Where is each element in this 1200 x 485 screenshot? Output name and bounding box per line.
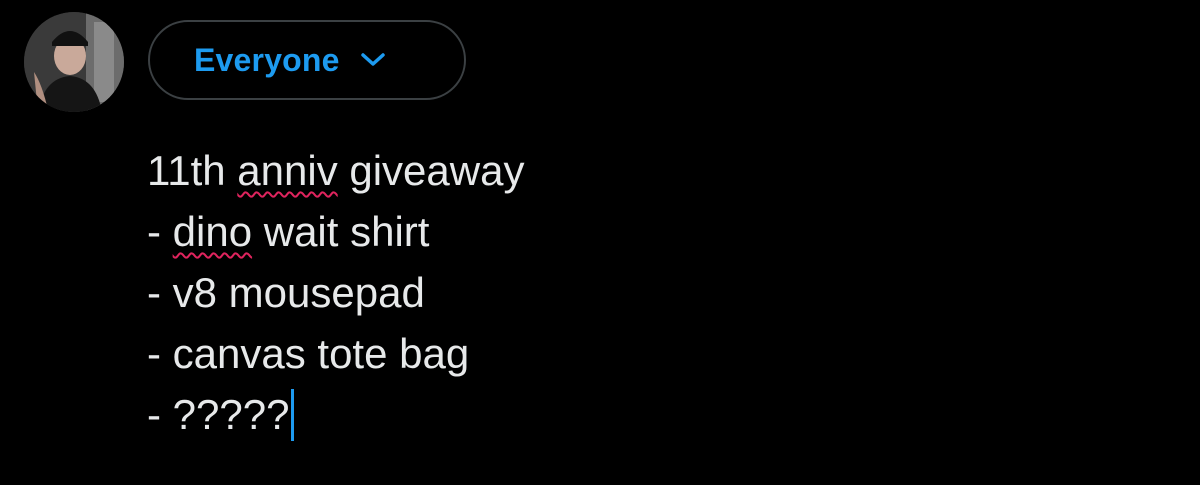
compose-text: - (147, 208, 173, 255)
compose-text: - ????? (147, 391, 290, 438)
misspelled-word[interactable]: anniv (237, 147, 337, 194)
compose-line: - v8 mousepad (147, 269, 425, 316)
audience-label: Everyone (194, 41, 340, 78)
compose-line: - canvas tote bag (147, 330, 470, 377)
compose-line: - ????? (147, 384, 1147, 445)
compose-line: - dino wait shirt (147, 201, 1147, 262)
text-cursor (291, 389, 295, 441)
avatar-image (24, 12, 124, 112)
compose-text: 11th (147, 147, 238, 194)
avatar[interactable] (24, 12, 124, 112)
compose-line: 11th anniv giveaway (147, 140, 1147, 201)
audience-selector-button[interactable]: Everyone (148, 20, 466, 100)
compose-text: wait shirt (252, 208, 430, 255)
chevron-down-icon (358, 45, 388, 75)
tweet-compose-textarea[interactable]: 11th anniv giveaway - dino wait shirt - … (147, 140, 1147, 445)
misspelled-word[interactable]: dino (173, 208, 252, 255)
compose-text: giveaway (337, 147, 525, 194)
